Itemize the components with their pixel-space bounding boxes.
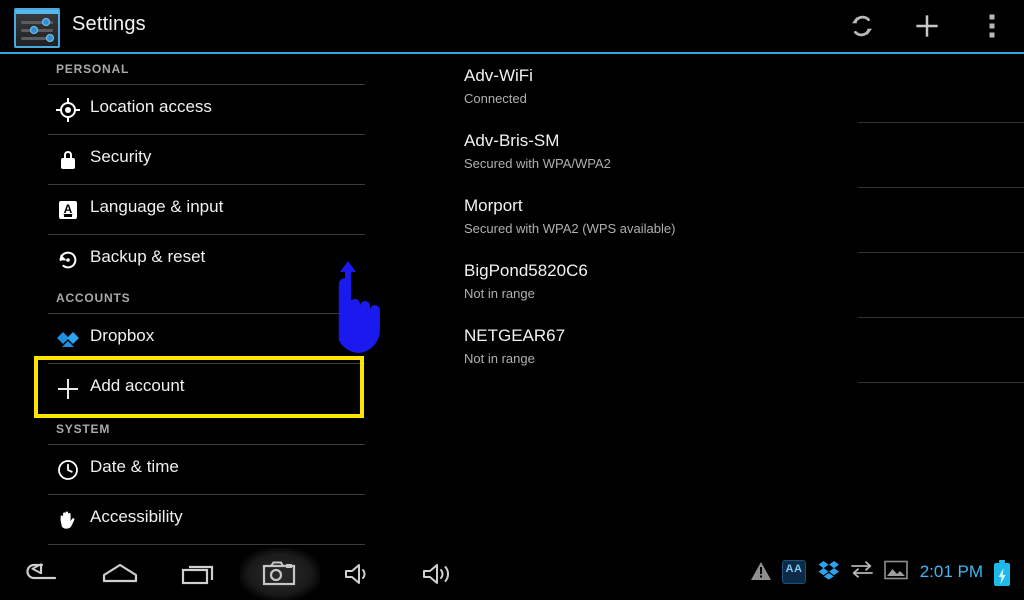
sidebar-item-label: Accessibility	[90, 507, 183, 526]
wifi-ssid: Adv-Bris-SM	[464, 131, 560, 150]
wifi-list-item[interactable]: Morport Secured with WPA2 (WPS available…	[458, 188, 978, 253]
sidebar-item-label: Backup & reset	[90, 247, 206, 266]
location-crosshair-icon	[56, 98, 80, 122]
action-bar: Settings	[0, 0, 1024, 54]
dropbox-icon	[56, 327, 80, 351]
aa-badge-label: AA	[785, 563, 803, 575]
wifi-ssid: NETGEAR67	[464, 326, 566, 345]
sync-arrows-icon[interactable]	[850, 560, 874, 583]
warning-triangle-icon[interactable]	[750, 560, 772, 587]
android-settings-screen: Settings PERSONAL Location access Securi…	[0, 0, 1024, 600]
sidebar-item-label: Location access	[90, 97, 212, 116]
sidebar-item-add-account[interactable]: Add account	[48, 365, 368, 413]
wifi-network-list: Adv-WiFi Connected Adv-Bris-SM Secured w…	[400, 54, 1024, 548]
clock-label: 2:01 PM	[919, 562, 983, 581]
wifi-status: Not in range	[464, 351, 535, 366]
sidebar-item-label: Date & time	[90, 457, 179, 476]
wifi-status: Secured with WPA/WPA2	[464, 156, 611, 171]
wifi-status: Connected	[464, 91, 527, 106]
sidebar-item-dropbox[interactable]: Dropbox	[48, 315, 368, 363]
wifi-list-item[interactable]: NETGEAR67 Not in range	[458, 318, 978, 383]
wifi-list-item[interactable]: Adv-Bris-SM Secured with WPA/WPA2	[458, 123, 978, 188]
language-a-icon: A	[56, 198, 80, 222]
section-header-system: SYSTEM	[56, 422, 111, 436]
page-title: Settings	[72, 13, 146, 35]
system-navigation-bar: AA 2:01 PM	[0, 548, 1024, 600]
add-network-button[interactable]	[903, 6, 951, 46]
sidebar-item-language-input[interactable]: A Language & input	[48, 186, 368, 234]
overflow-menu-icon[interactable]	[968, 6, 1016, 46]
wifi-list-item[interactable]: Adv-WiFi Connected	[458, 58, 978, 123]
wifi-status: Not in range	[464, 286, 535, 301]
back-button[interactable]	[0, 548, 80, 600]
backup-restore-icon	[56, 248, 80, 272]
wifi-list-item[interactable]: BigPond5820C6 Not in range	[458, 253, 978, 318]
section-header-accounts: ACCOUNTS	[56, 291, 131, 305]
wifi-ssid: Morport	[464, 196, 523, 215]
screenshot-icon[interactable]	[884, 560, 908, 585]
recent-apps-button[interactable]	[160, 548, 240, 600]
sidebar-item-backup-reset[interactable]: Backup & reset	[48, 236, 368, 284]
sidebar-item-label: Dropbox	[90, 326, 155, 345]
wifi-ssid: BigPond5820C6	[464, 261, 588, 280]
battery-charging-icon[interactable]	[994, 560, 1010, 586]
sidebar-item-security[interactable]: Security	[48, 136, 368, 184]
section-header-personal: PERSONAL	[56, 62, 130, 76]
home-button[interactable]	[80, 548, 160, 600]
volume-up-button[interactable]	[400, 548, 480, 600]
sidebar-item-label: Security	[90, 147, 152, 166]
settings-sliders-icon	[14, 8, 60, 48]
sidebar-item-location-access[interactable]: Location access	[48, 86, 368, 134]
volume-down-button[interactable]	[320, 548, 400, 600]
sidebar-item-date-time[interactable]: Date & time	[48, 446, 368, 494]
hand-icon	[56, 508, 80, 532]
wifi-ssid: Adv-WiFi	[464, 66, 533, 85]
screenshot-button[interactable]	[240, 548, 320, 600]
clock-icon	[56, 458, 80, 482]
padlock-icon	[56, 148, 80, 172]
sidebar-item-label: Language & input	[90, 197, 224, 216]
settings-sidebar: PERSONAL Location access Security A Lang…	[0, 54, 400, 548]
wifi-status: Secured with WPA2 (WPS available)	[464, 221, 676, 236]
plus-icon	[56, 377, 80, 401]
sidebar-item-accessibility[interactable]: Accessibility	[48, 496, 368, 544]
dropbox-icon[interactable]	[818, 560, 840, 585]
sidebar-item-label: Add account	[90, 376, 185, 395]
sync-icon[interactable]	[838, 6, 886, 46]
